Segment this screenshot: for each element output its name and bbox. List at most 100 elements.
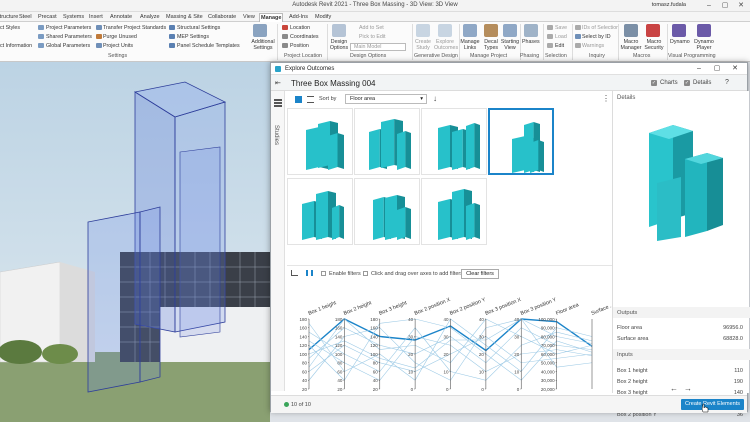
- axis-tick-label: 10: [443, 369, 449, 374]
- chart-axis[interactable]: Floor area100,000 90,000 80,000 70,000 60,00…: [538, 302, 579, 392]
- enable-filters-checkbox[interactable]: [321, 271, 326, 276]
- minimize-icon[interactable]: –: [693, 64, 705, 74]
- tab-insert[interactable]: Insert: [88, 13, 104, 22]
- create-study-button[interactable]: Create Study: [413, 39, 433, 51]
- menu-icon[interactable]: [274, 99, 282, 101]
- explore-outcomes-button[interactable]: Explore Outcomes: [434, 39, 458, 51]
- info-icon[interactable]: ?: [725, 79, 729, 86]
- project-parameters-button[interactable]: Project Parameters: [46, 25, 91, 31]
- edit-selection-button[interactable]: Edit: [555, 43, 564, 49]
- outcome-thumbnail[interactable]: [354, 108, 420, 175]
- project-units-button[interactable]: Project Units: [103, 43, 133, 49]
- tab-steel[interactable]: Steel: [18, 13, 33, 22]
- grid-view-icon[interactable]: [295, 96, 302, 103]
- location-icon: [282, 25, 288, 30]
- mep-settings-button[interactable]: MEP Settings: [177, 34, 209, 40]
- phases-icon: [524, 24, 538, 37]
- pick-to-edit-button[interactable]: Pick to Edit: [359, 34, 386, 40]
- object-styles-button[interactable]: ct Styles: [0, 25, 20, 31]
- global-parameters-button[interactable]: Global Parameters: [46, 43, 90, 49]
- shared-parameters-button[interactable]: Shared Parameters: [46, 34, 92, 40]
- project-information-button[interactable]: ct Information: [0, 43, 32, 49]
- tab-annotate[interactable]: Annotate: [109, 13, 133, 22]
- clear-filters-button[interactable]: Clear filters: [461, 269, 499, 279]
- studies-rail[interactable]: Studies: [271, 91, 285, 391]
- phases-button[interactable]: Phases: [522, 39, 540, 45]
- tab-modify[interactable]: Modify: [314, 13, 332, 22]
- user-name[interactable]: tomasz.fudala: [652, 2, 686, 8]
- outcome-thumbnail[interactable]: [421, 108, 487, 175]
- additional-settings-button[interactable]: Additional Settings: [250, 39, 276, 51]
- scatter-chart-icon[interactable]: [291, 270, 298, 276]
- drag-filters-checkbox[interactable]: [363, 271, 368, 276]
- macro-security-button[interactable]: Macro Security: [642, 39, 666, 51]
- select-by-id-button[interactable]: Select by ID: [582, 34, 611, 40]
- details-checkbox[interactable]: ✓: [684, 80, 690, 86]
- location-button[interactable]: Location: [290, 25, 310, 31]
- outcome-thumbnail[interactable]: [287, 108, 353, 175]
- position-button[interactable]: Position: [290, 43, 309, 49]
- previous-outcome-icon[interactable]: ←: [670, 384, 678, 393]
- maximize-icon[interactable]: ▢: [711, 64, 723, 74]
- starting-view-button[interactable]: Starting View: [500, 39, 520, 51]
- sort-by-select[interactable]: Floor area ▾: [345, 94, 427, 104]
- outcome-thumbnail[interactable]: [354, 178, 420, 245]
- outcome-thumbnail[interactable]: [287, 178, 353, 245]
- sort-by-value: Floor area: [350, 96, 376, 102]
- load-selection-button[interactable]: Load: [555, 34, 567, 40]
- warnings-button[interactable]: Warnings: [582, 43, 604, 49]
- manage-links-button[interactable]: Manage Links: [460, 39, 480, 51]
- tab-add-ins[interactable]: Add-Ins: [288, 13, 309, 22]
- chart-axis[interactable]: Box 3 height180 160 140 120 100 80 60 40 20: [370, 300, 408, 392]
- decal-types-button[interactable]: Decal Types: [482, 39, 500, 51]
- axis-tick-label: 180: [370, 317, 378, 322]
- axis-tick-label: 40: [479, 317, 485, 322]
- macro-manager-button[interactable]: Macro Manager: [620, 39, 642, 51]
- purge-unused-button[interactable]: Purge Unused: [103, 34, 137, 40]
- parallel-chart-icon[interactable]: [306, 270, 313, 276]
- axis-tick-label: 180: [335, 317, 343, 322]
- chart-axis[interactable]: Box 3 position X40 30 20 10 0: [479, 297, 523, 392]
- tab-precast[interactable]: Precast: [37, 13, 58, 22]
- 3d-view-canvas[interactable]: [0, 62, 270, 422]
- tab-manage[interactable]: Manage: [259, 13, 284, 22]
- panel-schedule-templates-button[interactable]: Panel Schedule Templates: [177, 43, 240, 49]
- outcome-massing-preview: [302, 191, 344, 240]
- dynamo-player-button[interactable]: Dynamo Player: [693, 39, 715, 51]
- close-icon[interactable]: ✕: [729, 64, 741, 74]
- close-icon[interactable]: ✕: [734, 1, 748, 11]
- next-outcome-icon[interactable]: →: [684, 384, 692, 393]
- outcome-thumbnail[interactable]: [421, 178, 487, 245]
- sort-direction-icon[interactable]: ↓: [433, 94, 437, 103]
- chart-axis[interactable]: Box 2 height180 160 140 120 100 80 60 40 20: [335, 300, 373, 392]
- tab-massing-site[interactable]: Massing & Site: [165, 13, 204, 22]
- list-view-icon[interactable]: [307, 96, 314, 103]
- structural-settings-button[interactable]: Structural Settings: [177, 25, 220, 31]
- add-to-set-button[interactable]: Add to Set: [359, 25, 384, 31]
- tab-analyze[interactable]: Analyze: [139, 13, 161, 22]
- axis-tick-label: 140: [370, 334, 378, 339]
- axis-tick-label: 30,000: [541, 378, 555, 383]
- minimize-icon[interactable]: –: [702, 1, 716, 11]
- create-revit-elements-button[interactable]: Create Revit Elements: [681, 399, 744, 410]
- chart-axis[interactable]: Surface ...: [591, 302, 612, 389]
- transfer-standards-button[interactable]: Transfer Project Standards: [103, 25, 166, 31]
- tab-collaborate[interactable]: Collaborate: [207, 13, 237, 22]
- more-options-icon[interactable]: ⋮: [602, 94, 610, 103]
- tab-structure[interactable]: Structure: [0, 13, 19, 22]
- tab-view[interactable]: View: [242, 13, 256, 22]
- collapse-panel-icon[interactable]: ⇤: [275, 79, 281, 87]
- dynamo-button[interactable]: Dynamo: [670, 39, 690, 45]
- maximize-icon[interactable]: ▢: [718, 1, 732, 11]
- design-options-button[interactable]: Design Options: [328, 39, 350, 51]
- design-option-select[interactable]: Main Model: [350, 43, 406, 51]
- axis-tick-label: 160: [370, 326, 378, 331]
- outcome-thumbnail[interactable]: [488, 108, 554, 175]
- tab-systems[interactable]: Systems: [62, 13, 85, 22]
- parallel-coordinates-chart[interactable]: Box 1 height18016014012010080604020Box 2…: [287, 279, 612, 395]
- ids-of-selection-button[interactable]: IDs of Selection: [582, 25, 619, 31]
- charts-checkbox[interactable]: ✓: [651, 80, 657, 86]
- coordinates-button[interactable]: Coordinates: [290, 34, 319, 40]
- details-panel: Details Outputs Floor area 96956.0 Surfa…: [612, 91, 750, 418]
- save-selection-button[interactable]: Save: [555, 25, 567, 31]
